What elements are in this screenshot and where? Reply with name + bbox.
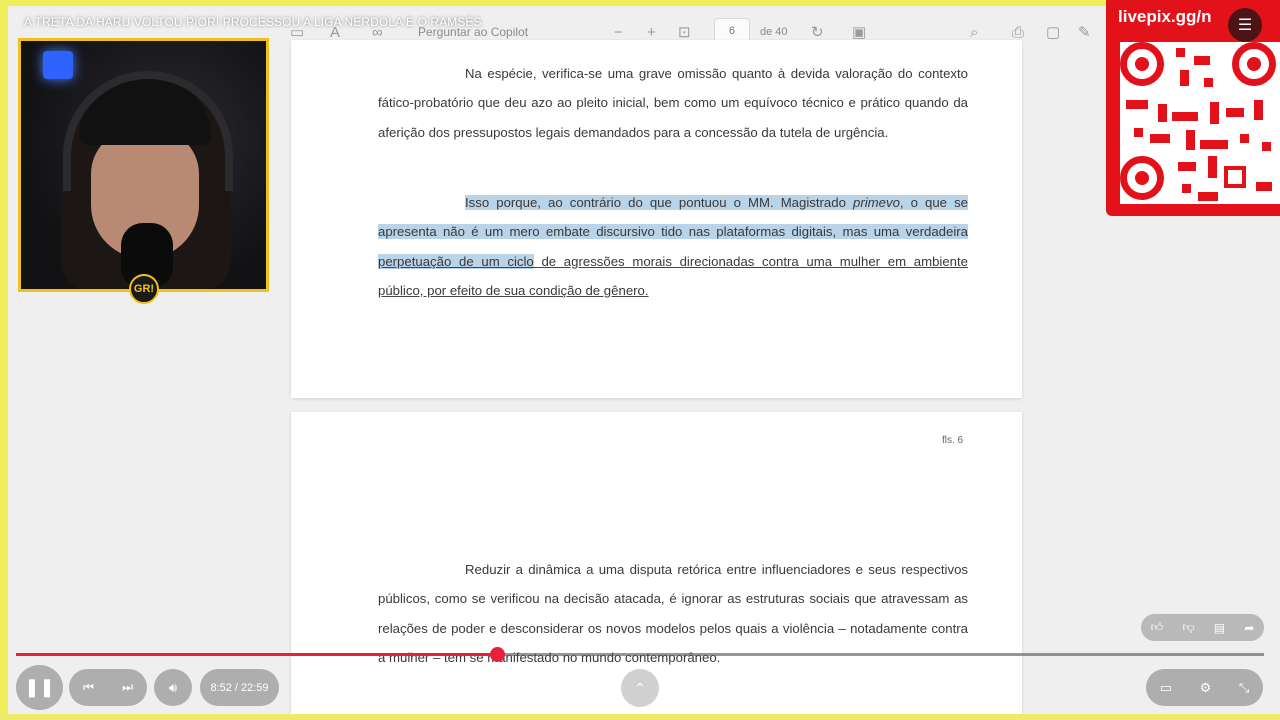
qr-module — [1178, 162, 1196, 171]
previous-icon[interactable]: ⏮︎ — [83, 680, 94, 695]
qr-module — [1150, 134, 1170, 143]
player-settings-group: ▭ ⚙ ⤡ — [1146, 669, 1263, 706]
comment-icon[interactable]: ▤ — [1214, 621, 1225, 635]
qr-module — [1172, 112, 1198, 121]
print-icon[interactable]: ⎙ — [1012, 22, 1024, 42]
qr-module — [1176, 48, 1185, 57]
qr-module — [1126, 100, 1148, 109]
qr-module — [1204, 78, 1213, 87]
rotate-icon[interactable]: ↻ — [811, 22, 824, 42]
engagement-actions: 👍︎ 👎︎ ▤ ➦ — [1141, 614, 1264, 641]
chevron-up-icon: ⌃ — [634, 679, 646, 696]
qr-module — [1208, 156, 1217, 178]
expand-up-button[interactable]: ⌃ — [621, 669, 659, 707]
like-icon[interactable]: 👍︎ — [1151, 620, 1164, 635]
stream-frame-top — [0, 0, 1280, 6]
zoom-in-icon[interactable]: + — [647, 22, 656, 42]
qr-module — [1134, 128, 1143, 137]
skip-controls: ⏮︎ ⏭︎ — [69, 669, 147, 706]
document-paragraph: Na espécie, verifica-se uma grave omissã… — [378, 66, 968, 140]
qr-module — [1256, 182, 1272, 191]
zoom-out-icon[interactable]: − — [614, 22, 623, 42]
qr-module — [1200, 140, 1228, 149]
livepix-url: livepix.gg/n — [1118, 7, 1212, 26]
search-icon[interactable]: ⌕ — [970, 22, 978, 42]
page-view-icon[interactable]: ▣ — [852, 22, 866, 42]
qr-finder-pattern — [1232, 42, 1276, 86]
qr-module — [1194, 56, 1210, 65]
qr-module — [1158, 104, 1167, 122]
qr-module — [1226, 108, 1244, 117]
qr-finder-pattern — [1120, 42, 1164, 86]
next-icon[interactable]: ⏭︎ — [122, 680, 133, 695]
gear-icon[interactable]: ⚙ — [1200, 680, 1212, 696]
qr-finder-pattern — [1120, 156, 1164, 200]
time-display: 8:52 / 22:59 — [200, 669, 279, 706]
channel-logo: GR! — [129, 274, 159, 304]
highlighted-underlined-text: perpetuação de um ciclo — [378, 253, 534, 269]
progress-played — [16, 653, 498, 656]
qr-module — [1182, 184, 1191, 193]
qr-module — [1180, 70, 1189, 86]
document-paragraph-highlighted: Isso porque, ao contrário do que pontuou… — [378, 188, 969, 305]
qr-module — [1198, 192, 1218, 201]
highlighted-text: Isso porque, ao contrário do que pontuou… — [465, 195, 853, 210]
neon-sign — [43, 51, 73, 79]
volume-icon: 🔊︎ — [168, 679, 178, 695]
qr-module — [1262, 142, 1271, 151]
qr-module — [1210, 102, 1219, 124]
qr-module — [1254, 100, 1263, 120]
progress-bar[interactable] — [16, 653, 1264, 656]
fit-page-icon[interactable]: ⊡ — [678, 22, 691, 42]
volume-button[interactable]: 🔊︎ — [154, 669, 192, 706]
share-icon[interactable]: ➦ — [1244, 621, 1254, 635]
dislike-icon[interactable]: 👎︎ — [1182, 620, 1194, 635]
page-number-label: fls. 6 — [942, 435, 964, 446]
stream-frame-bottom — [0, 714, 1280, 720]
captions-icon[interactable]: ▭ — [1160, 680, 1172, 696]
qr-code — [1120, 42, 1280, 204]
video-title[interactable]: A TRETA DA HARU VOLTOU PIOR! PROCESSOU A… — [24, 15, 482, 29]
menu-icon[interactable]: ☰ — [1228, 8, 1262, 42]
exit-fullscreen-icon[interactable]: ⤡ — [1239, 680, 1249, 696]
pause-icon: ❚❚ — [24, 677, 55, 697]
qr-module — [1240, 134, 1249, 143]
qr-alignment-pattern — [1224, 166, 1246, 188]
progress-scrubber[interactable] — [490, 647, 505, 662]
pause-button[interactable]: ❚❚ — [16, 665, 63, 710]
highlighted-italic-text: primevo — [853, 195, 900, 210]
qr-module — [1186, 130, 1195, 150]
edit-icon[interactable]: ✎ — [1078, 22, 1091, 42]
webcam-overlay — [18, 38, 269, 292]
page-total-label: de 40 — [760, 26, 788, 38]
stream-frame-left — [0, 0, 8, 720]
save-icon[interactable]: ▢ — [1046, 22, 1060, 42]
